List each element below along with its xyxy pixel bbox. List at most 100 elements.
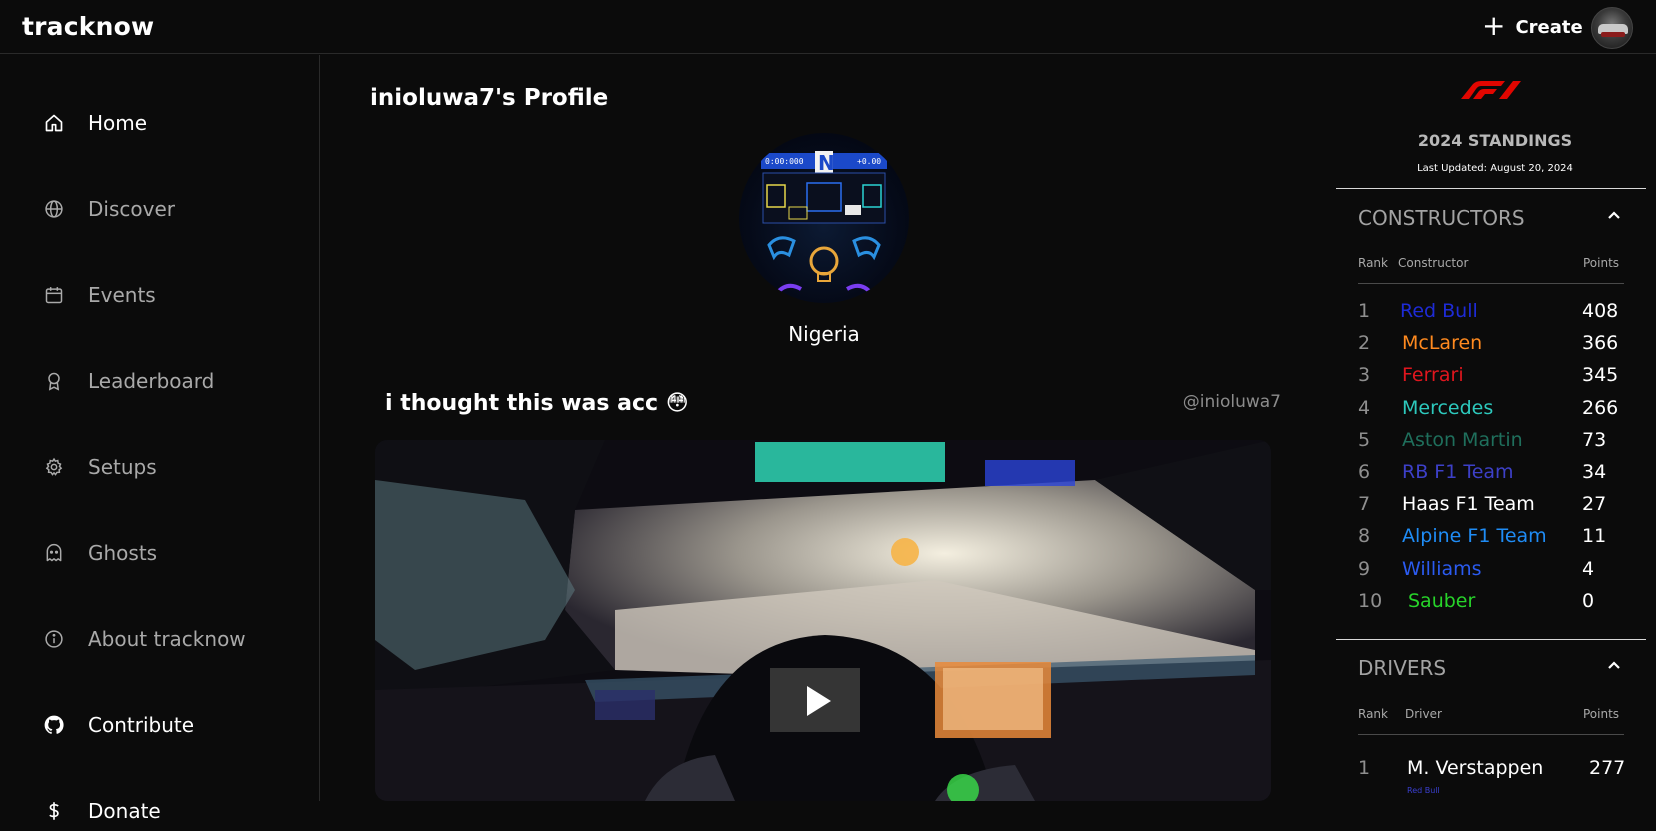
page-title: inioluwa7's Profile: [370, 85, 609, 111]
driver-name: M. Verstappen: [1407, 757, 1544, 779]
constructors-heading: CONSTRUCTORS: [1358, 206, 1525, 230]
col-rank: Rank: [1358, 707, 1388, 721]
sidebar-item-ghosts[interactable]: Ghosts: [42, 533, 157, 573]
sidebar-item-label: Events: [88, 283, 156, 307]
col-points: Points: [1583, 256, 1620, 270]
constructor-points: 27: [1582, 493, 1607, 516]
sidebar-item-home[interactable]: Home: [42, 103, 147, 143]
constructor-name: McLaren: [1402, 332, 1483, 355]
ghost-icon: [42, 541, 66, 565]
sidebar-item-donate[interactable]: Donate: [42, 791, 161, 831]
sidebar-item-events[interactable]: Events: [42, 275, 156, 315]
ribbon-icon: [42, 369, 66, 393]
drivers-heading: DRIVERS: [1358, 656, 1447, 680]
standings-panel: 2024 STANDINGS Last Updated: August 20, …: [1336, 55, 1656, 801]
driver-team: Red Bull: [1407, 786, 1440, 795]
sidebar-item-setups[interactable]: Setups: [42, 447, 157, 487]
sidebar-item-discover[interactable]: Discover: [42, 189, 175, 229]
sidebar-item-label: Contribute: [88, 713, 195, 737]
constructor-rank: 9: [1358, 557, 1371, 580]
sidebar-item-label: Discover: [88, 197, 175, 221]
svg-text:0:00:000: 0:00:000: [765, 157, 804, 166]
constructor-name: RB F1 Team: [1402, 461, 1514, 483]
constructor-rank: 3: [1358, 364, 1371, 387]
standings-title: 2024 STANDINGS: [1417, 131, 1573, 150]
divider: [1358, 283, 1624, 284]
sidebar-item-label: Setups: [88, 455, 157, 479]
post-username[interactable]: @inioluwa7: [1141, 392, 1281, 412]
create-button[interactable]: + Create: [1482, 8, 1583, 42]
divider: [1358, 734, 1624, 735]
driver-rank: 1: [1358, 757, 1371, 779]
create-button-label: Create: [1515, 16, 1583, 38]
constructor-name: Haas F1 Team: [1402, 493, 1535, 516]
constructor-row: 7 Haas F1 Team 27: [1358, 493, 1628, 523]
constructor-name: Alpine F1 Team: [1402, 525, 1547, 548]
constructor-row: 9 Williams 4: [1358, 558, 1628, 588]
constructor-rank: 10: [1358, 589, 1383, 612]
constructor-name: Williams: [1402, 557, 1482, 580]
gear-icon: [42, 455, 66, 479]
sidebar: Home Discover Events Leaderboard Setups …: [0, 55, 320, 823]
user-avatar[interactable]: [1591, 7, 1633, 49]
sidebar-item-leaderboard[interactable]: Leaderboard: [42, 361, 214, 401]
constructor-row: 10 Sauber 0: [1358, 590, 1628, 620]
constructor-name: Ferrari: [1402, 364, 1464, 387]
calendar-icon: [42, 283, 66, 307]
video-player[interactable]: [375, 440, 1271, 801]
constructor-rank: 5: [1358, 428, 1371, 451]
profile-main: inioluwa7's Profile N 0:00:000 +0.00 Nig…: [321, 55, 1336, 801]
sidebar-item-label: Leaderboard: [88, 369, 215, 393]
constructor-rank: 7: [1358, 493, 1371, 516]
divider: [1336, 188, 1646, 189]
profile-avatar[interactable]: N 0:00:000 +0.00: [739, 133, 909, 303]
constructor-name: Mercedes: [1402, 396, 1494, 419]
constructor-points: 11: [1582, 525, 1607, 548]
profile-country: Nigeria: [788, 322, 860, 346]
col-constructor: Constructor: [1398, 256, 1469, 270]
standings-updated: Last Updated: August 20, 2024: [1417, 163, 1573, 174]
plus-icon: +: [1482, 8, 1506, 42]
constructor-row: 4 Mercedes 266: [1358, 397, 1628, 427]
constructor-row: 6 RB F1 Team 34: [1358, 461, 1628, 491]
dollar-icon: [42, 799, 66, 823]
sidebar-item-contribute[interactable]: Contribute: [42, 705, 194, 745]
driver-row: 1 M. Verstappen 277: [1358, 757, 1628, 787]
col-points: Points: [1583, 707, 1620, 721]
constructor-row: 8 Alpine F1 Team 11: [1358, 525, 1628, 555]
col-driver: Driver: [1405, 707, 1442, 721]
info-icon: [42, 627, 66, 651]
home-icon: [42, 111, 66, 135]
post-title: i thought this was acc 😳: [385, 391, 689, 416]
constructor-row: 1 Red Bull 408: [1358, 300, 1628, 330]
constructor-points: 34: [1582, 461, 1607, 483]
constructor-rank: 6: [1358, 461, 1371, 483]
sidebar-item-label: Home: [88, 111, 148, 135]
sidebar-item-about[interactable]: About tracknow: [42, 619, 246, 659]
globe-icon: [42, 197, 66, 221]
constructor-rank: 1: [1358, 300, 1371, 322]
constructor-name: Sauber: [1408, 589, 1476, 612]
svg-text:N: N: [818, 151, 835, 175]
chevron-up-icon[interactable]: [1604, 655, 1624, 675]
constructor-points: 73: [1582, 428, 1607, 451]
col-rank: Rank: [1358, 256, 1388, 270]
top-bar: tracknow + Create: [0, 0, 1656, 54]
driver-points: 277: [1589, 757, 1626, 779]
constructor-rank: 2: [1358, 332, 1371, 355]
sidebar-item-label: About tracknow: [88, 627, 246, 651]
app-logo[interactable]: tracknow: [22, 12, 154, 41]
f1-logo: [1461, 81, 1521, 99]
svg-text:+0.00: +0.00: [857, 157, 881, 166]
constructor-row: 5 Aston Martin 73: [1358, 429, 1628, 459]
constructor-points: 408: [1582, 300, 1619, 322]
constructor-row: 2 McLaren 366: [1358, 332, 1628, 362]
sidebar-item-label: Ghosts: [88, 541, 158, 565]
constructor-points: 0: [1582, 589, 1595, 612]
constructor-points: 266: [1582, 396, 1619, 419]
chevron-up-icon[interactable]: [1604, 205, 1624, 225]
constructor-name: Red Bull: [1400, 300, 1478, 322]
constructor-rank: 4: [1358, 396, 1371, 419]
github-icon: [42, 713, 66, 737]
constructor-points: 4: [1582, 557, 1595, 580]
